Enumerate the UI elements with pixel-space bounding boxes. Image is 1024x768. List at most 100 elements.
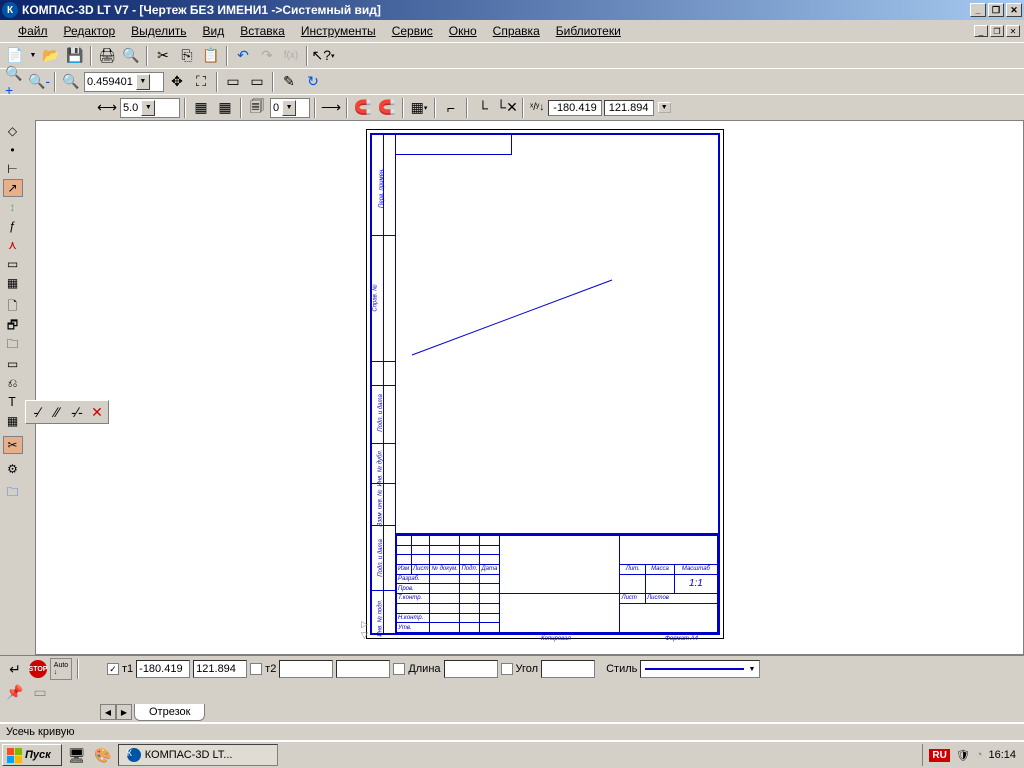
zoom-in-button[interactable]: 🔍+ [4, 71, 26, 93]
new-button[interactable]: 📄 [4, 45, 26, 67]
t2-y-input[interactable] [336, 660, 390, 678]
trim2-icon[interactable]: ∕∕ [47, 401, 67, 423]
tree-icon[interactable]: 🗀 [3, 336, 23, 354]
menu-select[interactable]: Выделить [123, 21, 194, 41]
zoom-fit-button[interactable]: ⛶ [190, 71, 212, 93]
view1-button[interactable]: ▭ [222, 71, 244, 93]
scale-combo[interactable]: 5.0 ▼ [120, 98, 180, 118]
spec-icon[interactable]: ▦ [3, 274, 23, 292]
fx-button[interactable]: f(x) [280, 45, 302, 67]
menu-service[interactable]: Сервис [384, 21, 441, 41]
mdi-restore[interactable]: ❐ [990, 25, 1004, 37]
chevron-down-icon[interactable]: ▼ [282, 100, 296, 116]
lang-indicator[interactable]: RU [929, 749, 949, 762]
panel-opts-button[interactable]: ▭ [29, 681, 51, 703]
select-icon[interactable]: ▭ [3, 255, 23, 273]
print-button[interactable]: 🖨 [96, 45, 118, 67]
stop-button[interactable]: STOP [29, 660, 47, 678]
pan-button[interactable]: ✥ [166, 71, 188, 93]
assoc-icon[interactable]: ▭ [3, 355, 23, 373]
redraw-button[interactable]: ✎ [278, 71, 300, 93]
tray-icon[interactable]: 🛡 [956, 749, 970, 762]
panel-pin-button[interactable]: 📌 [4, 681, 26, 703]
copy-button[interactable]: ⎘ [176, 45, 198, 67]
layer2-button[interactable]: ▦ [214, 97, 236, 119]
len-check[interactable] [393, 663, 405, 675]
quick-paint-icon[interactable]: 🎨 [92, 744, 114, 766]
tab-scroll-left[interactable]: ◀ [100, 704, 116, 720]
zoom-window-button[interactable]: 🔍 [60, 71, 82, 93]
text-icon[interactable]: Ꭲ [3, 393, 23, 411]
layers-button[interactable]: 🗐 [246, 97, 268, 119]
menu-libraries[interactable]: Библиотеки [548, 21, 629, 41]
help-cursor-button[interactable]: ↖?▾ [312, 45, 334, 67]
t1-y-input[interactable] [193, 660, 247, 678]
delete-icon[interactable]: ✕ [87, 401, 107, 423]
style-combo[interactable]: ▼ [640, 660, 760, 678]
t1-check[interactable]: ✓ [107, 663, 119, 675]
ortho-button[interactable]: ⌐ [440, 97, 462, 119]
undo-button[interactable]: ↶ [232, 45, 254, 67]
local-cs-x-button[interactable]: └✕ [496, 97, 518, 119]
menu-file[interactable]: Файл [10, 21, 56, 41]
preview-button[interactable]: 🔍 [120, 45, 142, 67]
dim-button[interactable]: ⟷ [96, 97, 118, 119]
ang-input[interactable] [541, 660, 595, 678]
redo-button[interactable]: ↷ [256, 45, 278, 67]
layer1-button[interactable]: ▦ [190, 97, 212, 119]
clock[interactable]: 16:14 [988, 749, 1016, 761]
snap-off-button[interactable]: 🧲 [376, 97, 398, 119]
len-input[interactable] [444, 660, 498, 678]
designations-icon[interactable]: ↗ [3, 179, 23, 197]
trim-curve-icon[interactable]: -∕ [27, 401, 47, 423]
drawing-canvas[interactable]: Перв. примен. Справ. № Подп. и дата Инв.… [35, 120, 1024, 655]
dim-icon[interactable]: ⟶ [320, 97, 342, 119]
insert-view-icon[interactable]: 🗗 [3, 317, 23, 335]
geometry-icon[interactable]: ◇ [3, 122, 23, 140]
paste-button[interactable]: 📋 [200, 45, 222, 67]
t2-check[interactable] [250, 663, 262, 675]
snap-on-button[interactable]: 🧲 [352, 97, 374, 119]
edit1-icon[interactable]: ↕ [3, 198, 23, 216]
menu-view[interactable]: Вид [195, 21, 233, 41]
ang-check[interactable] [501, 663, 513, 675]
tray-icon2[interactable]: ◔ [976, 749, 983, 761]
menu-help[interactable]: Справка [485, 21, 548, 41]
measure-icon[interactable]: ⋏ [3, 236, 23, 254]
extend-icon[interactable]: -∕- [67, 401, 87, 423]
chevron-down-icon[interactable]: ▼ [136, 74, 150, 90]
insert-frag-icon[interactable]: 🗋 [3, 298, 23, 316]
menu-window[interactable]: Окно [441, 21, 485, 41]
chevron-down-icon[interactable]: ▼ [141, 100, 155, 116]
apply-button[interactable]: ↵ [4, 658, 26, 680]
tab-scroll-right[interactable]: ▶ [116, 704, 132, 720]
menu-insert[interactable]: Вставка [232, 21, 293, 41]
refresh-button[interactable]: ↻ [302, 71, 324, 93]
close-button[interactable]: ✕ [1006, 3, 1022, 17]
break-icon[interactable]: ⎌ [3, 374, 23, 392]
tab-segment[interactable]: Отрезок [134, 704, 205, 721]
grid-button[interactable]: ▦▾ [408, 97, 430, 119]
menu-tools[interactable]: Инструменты [293, 21, 384, 41]
zoom-out-button[interactable]: 🔍- [28, 71, 50, 93]
table-icon[interactable]: ▦ [3, 412, 23, 430]
coord-dropdown[interactable]: ▼ [658, 102, 671, 113]
auto-button[interactable]: Auto↓ [50, 658, 72, 680]
point-icon[interactable]: • [3, 141, 23, 159]
task-kompas[interactable]: К КОМПАС-3D LT... [118, 744, 278, 766]
trim-icon[interactable]: ✂ [3, 436, 23, 454]
dimensions-icon[interactable]: ⊢ [3, 160, 23, 178]
new-dropdown[interactable]: ▼ [28, 45, 38, 67]
cut-button[interactable]: ✂ [152, 45, 174, 67]
t2-x-input[interactable] [279, 660, 333, 678]
maximize-button[interactable]: ❐ [988, 3, 1004, 17]
open-button[interactable]: 📂 [40, 45, 62, 67]
3d-icon[interactable]: 🗀 [3, 484, 23, 502]
mdi-minimize[interactable]: _ [974, 25, 988, 37]
zoom-combo[interactable]: 0.459401 ▼ [84, 72, 164, 92]
layer-combo[interactable]: 0 ▼ [270, 98, 310, 118]
t1-x-input[interactable] [136, 660, 190, 678]
params-icon[interactable]: ƒ [3, 217, 23, 235]
minimize-button[interactable]: _ [970, 3, 986, 17]
quick-desktop-icon[interactable]: 🖥 [66, 744, 88, 766]
